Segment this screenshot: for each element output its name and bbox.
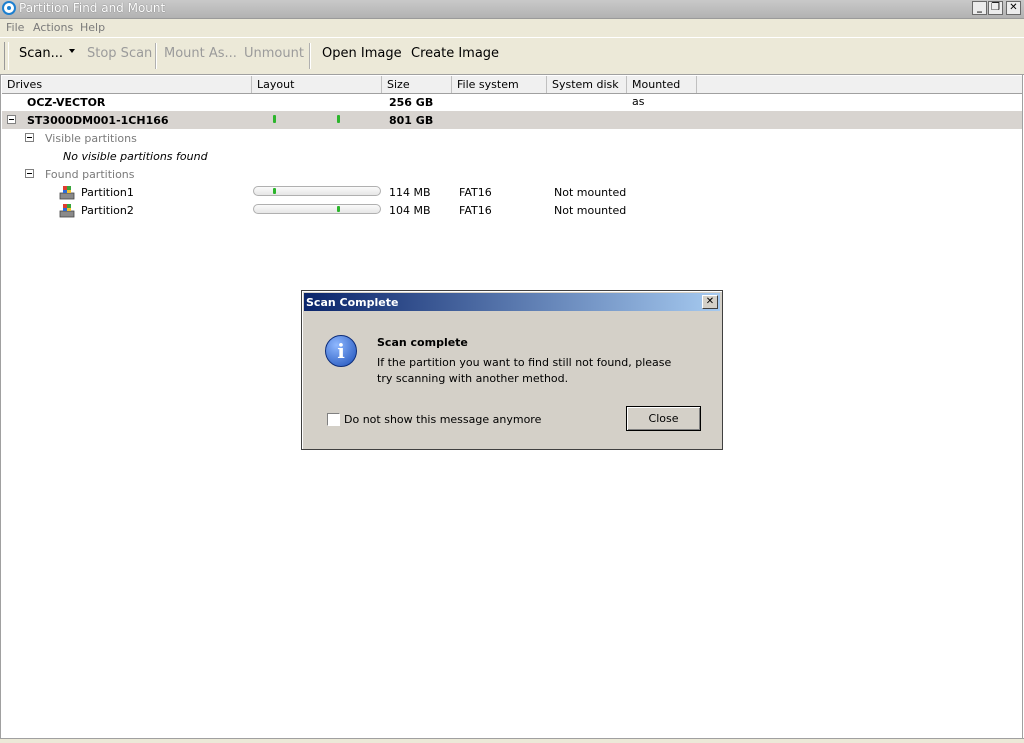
dont-show-checkbox[interactable] bbox=[327, 413, 340, 426]
group-visible-partitions[interactable]: Visible partitions bbox=[2, 129, 1022, 147]
scan-dropdown-arrow-icon[interactable] bbox=[69, 49, 75, 53]
unmount-button[interactable]: Unmount bbox=[244, 46, 304, 61]
toolbar-grip bbox=[4, 42, 9, 70]
info-icon: i bbox=[325, 335, 357, 367]
dialog-title: Scan Complete bbox=[306, 296, 399, 309]
partition-row-1[interactable]: Partition1 114 MB FAT16 Not mounted bbox=[2, 183, 1022, 201]
scan-complete-dialog: Scan Complete ✕ i Scan complete If the p… bbox=[301, 290, 723, 450]
column-header: Drives Layout Size File system System di… bbox=[2, 76, 1022, 108]
status-bar bbox=[0, 738, 1024, 743]
stop-scan-button[interactable]: Stop Scan bbox=[87, 46, 152, 61]
partition-row-2[interactable]: Partition2 104 MB FAT16 Not mounted bbox=[2, 201, 1022, 219]
no-visible-row: No visible partitions found bbox=[2, 147, 1022, 165]
close-button[interactable]: Close bbox=[626, 406, 701, 431]
partition-fs: FAT16 bbox=[459, 186, 492, 199]
dialog-message: If the partition you want to find still … bbox=[377, 356, 672, 385]
scan-button[interactable]: Scan... bbox=[19, 46, 63, 61]
toolbar-separator bbox=[309, 43, 311, 69]
menu-bar: File Actions Help bbox=[0, 19, 1024, 37]
col-file-system[interactable]: File system bbox=[452, 76, 547, 93]
partition-size: 114 MB bbox=[389, 186, 431, 199]
col-layout[interactable]: Layout bbox=[252, 76, 382, 93]
list-left-border bbox=[0, 74, 1, 738]
toolbar-separator bbox=[155, 43, 157, 69]
dialog-title-bar: Scan Complete ✕ bbox=[304, 293, 720, 311]
open-image-button[interactable]: Open Image bbox=[322, 46, 402, 61]
group-label: Found partitions bbox=[45, 168, 135, 181]
window-title: Partition Find and Mount bbox=[19, 1, 166, 15]
partition-status: Not mounted bbox=[554, 204, 627, 217]
menu-file[interactable]: File bbox=[6, 21, 24, 34]
partition-icon bbox=[59, 186, 75, 200]
dont-show-label[interactable]: Do not show this message anymore bbox=[344, 413, 541, 426]
partition-icon bbox=[59, 204, 75, 218]
partition-layout-bar bbox=[253, 186, 381, 196]
layout-mark bbox=[337, 115, 340, 123]
collapse-icon[interactable] bbox=[7, 115, 16, 124]
collapse-icon[interactable] bbox=[25, 133, 34, 142]
close-window-button[interactable]: ✕ bbox=[1006, 1, 1021, 15]
drive-row-ocz[interactable]: OCZ-VECTOR 256 GB bbox=[2, 93, 1022, 111]
toolbar: Scan... Stop Scan Mount As... Unmount Op… bbox=[0, 37, 1024, 75]
col-size[interactable]: Size bbox=[382, 76, 452, 93]
drive-name: ST3000DM001-1CH166 bbox=[27, 114, 169, 127]
col-mounted-as[interactable]: Mounted as bbox=[627, 76, 697, 108]
drive-name: OCZ-VECTOR bbox=[27, 96, 106, 109]
list-right-border bbox=[1022, 74, 1023, 738]
menu-help[interactable]: Help bbox=[80, 21, 105, 34]
collapse-icon[interactable] bbox=[25, 169, 34, 178]
title-bar: Partition Find and Mount _ ❐ ✕ bbox=[0, 0, 1024, 19]
menu-actions[interactable]: Actions bbox=[33, 21, 73, 34]
partition-name: Partition1 bbox=[81, 186, 134, 199]
col-system-disk[interactable]: System disk bbox=[547, 76, 627, 93]
create-image-button[interactable]: Create Image bbox=[411, 46, 499, 61]
partition-size: 104 MB bbox=[389, 204, 431, 217]
group-label: Visible partitions bbox=[45, 132, 137, 145]
col-drives[interactable]: Drives bbox=[2, 76, 252, 93]
dialog-heading: Scan complete bbox=[377, 336, 468, 349]
partition-fs: FAT16 bbox=[459, 204, 492, 217]
group-found-partitions[interactable]: Found partitions bbox=[2, 165, 1022, 183]
empty-message: No visible partitions found bbox=[63, 150, 208, 163]
drive-row-st3000[interactable]: ST3000DM001-1CH166 801 GB bbox=[2, 111, 1022, 129]
minimize-button[interactable]: _ bbox=[972, 1, 987, 15]
app-icon bbox=[2, 1, 16, 15]
partition-name: Partition2 bbox=[81, 204, 134, 217]
layout-mark bbox=[273, 188, 276, 194]
layout-mark bbox=[273, 115, 276, 123]
drive-size: 801 GB bbox=[389, 114, 434, 127]
partition-layout-bar bbox=[253, 204, 381, 214]
layout-mark bbox=[337, 206, 340, 212]
partition-status: Not mounted bbox=[554, 186, 627, 199]
dialog-close-icon[interactable]: ✕ bbox=[702, 295, 718, 309]
drive-size: 256 GB bbox=[389, 96, 434, 109]
restore-button[interactable]: ❐ bbox=[988, 1, 1003, 15]
mount-as-button[interactable]: Mount As... bbox=[164, 46, 237, 61]
